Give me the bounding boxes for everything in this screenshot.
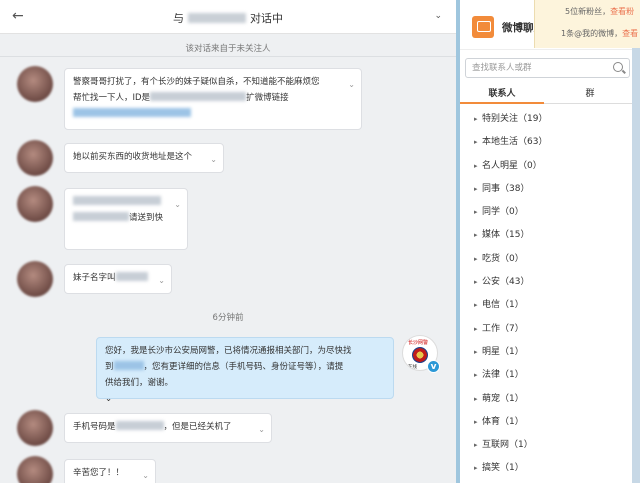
chevron-down-icon[interactable]: ⌄ — [210, 152, 217, 168]
caret-right-icon: ▸ — [474, 301, 478, 310]
blurred-text — [115, 272, 148, 281]
message-text: 请送到快 — [129, 213, 164, 223]
caret-right-icon: ▸ — [474, 371, 478, 380]
contacts-panel: 微博聊天助 查找联系人或群 联系人 群 ▸ 特别关注（19） ▸ 本地生活（63） … — [460, 0, 640, 483]
chat-assistant-icon — [472, 16, 494, 38]
chevron-down-icon[interactable]: ⌄ — [434, 11, 442, 21]
avatar[interactable] — [17, 456, 53, 483]
reply-text: 供给我们，谢谢。 — [105, 378, 174, 388]
avatar[interactable] — [17, 261, 53, 297]
contact-group[interactable]: ▸ 公安（43） — [460, 271, 640, 294]
contact-group[interactable]: ▸ 同学（0） — [460, 201, 640, 224]
chevron-down-icon[interactable]: ⌄ — [174, 197, 181, 213]
notify-mentions: 1条@我的微博，查看 — [561, 29, 639, 38]
chat-title-suffix: 对话中 — [250, 12, 283, 25]
caret-right-icon: ▸ — [474, 115, 478, 123]
notification-popup: 5位新粉丝，查看粉 1条@我的微博，查看 — [534, 0, 640, 48]
caret-right-icon: ▸ — [474, 184, 478, 193]
police-avatar-sub: 在线 — [408, 365, 417, 370]
contact-group[interactable]: ▸ 搞笑（1） — [460, 457, 640, 480]
message-bubble: 手机号码是 ，但是已经关机了 ⌄ — [64, 413, 272, 443]
contact-group[interactable]: ▸ 本地生活（63） — [460, 131, 640, 154]
message-bubble: 辛苦您了！！ ⌄ — [64, 459, 156, 483]
contact-group[interactable]: ▸ 明星（1） — [460, 341, 640, 364]
chat-window: ← 与对话中 ⌄ 该对话来自于未关注人 警察哥哥打扰了，有个长沙的妹子疑似自杀，… — [0, 0, 456, 483]
contact-group[interactable]: ▸ 媒体（15） — [460, 224, 640, 247]
contact-group[interactable]: ▸ 电信（1） — [460, 294, 640, 317]
chevron-down-icon[interactable]: ⌄ — [258, 422, 265, 438]
caret-right-icon: ▸ — [474, 278, 478, 287]
chat-subnote: 该对话来自于未关注人 — [185, 44, 271, 54]
blurred-link[interactable] — [73, 108, 191, 117]
caret-right-icon: ▸ — [474, 231, 478, 240]
notify-mentions-link[interactable]: 查看 — [622, 29, 638, 38]
caret-right-icon: ▸ — [474, 417, 478, 426]
caret-right-icon: ▸ — [474, 441, 478, 450]
contact-group[interactable]: ▸ 互联网（1） — [460, 434, 640, 457]
contact-group[interactable]: ▸ 吃货（0） — [460, 248, 640, 271]
caret-right-icon: ▸ — [474, 394, 478, 403]
contact-group[interactable]: ▸ 法律（1） — [460, 364, 640, 387]
scrollbar-track[interactable] — [632, 0, 640, 483]
police-avatar-label: 长沙网警 — [408, 340, 429, 346]
caret-right-icon: ▸ — [474, 464, 478, 473]
message-bubble: 她以前买东西的收货地址是这个 ⌄ — [64, 143, 224, 173]
message-bubble: 请送到快 ⌄ — [64, 188, 188, 250]
message-text: 警察哥哥打扰了，有个长沙的妹子疑似自杀，不知道能不能麻烦您 — [73, 77, 320, 87]
avatar[interactable] — [17, 140, 53, 176]
contact-search-input[interactable]: 查找联系人或群 — [465, 58, 630, 78]
reply-bubble: 您好，我是长沙市公安局网警，已将情况通报相关部门，为尽快找 到，您有更详细的信息… — [96, 337, 394, 404]
blurred-text — [73, 212, 129, 221]
chevron-down-icon[interactable]: ⌄ — [348, 77, 355, 93]
caret-right-icon: ▸ — [474, 138, 478, 147]
avatar[interactable] — [17, 410, 53, 446]
caret-right-icon: ▸ — [474, 254, 478, 263]
blurred-username — [188, 13, 246, 23]
message-text: ，但是已经关机了 — [163, 422, 232, 432]
caret-right-icon: ▸ — [474, 347, 478, 356]
chevron-down-icon[interactable]: ⌄ — [105, 394, 112, 404]
contact-group[interactable]: ▸ 特别关注（19） — [460, 108, 640, 131]
contact-group[interactable]: ▸ 同事（38） — [460, 178, 640, 201]
caret-right-icon: ▸ — [474, 161, 478, 170]
search-placeholder: 查找联系人或群 — [472, 63, 532, 73]
chevron-down-icon[interactable]: ⌄ — [158, 273, 165, 289]
message-text: 妹子名字叫 — [73, 273, 116, 283]
notify-new-fans: 5位新粉丝，查看粉 — [565, 7, 635, 16]
blurred-text — [115, 421, 164, 430]
police-emblem-icon — [412, 347, 428, 363]
contact-group[interactable]: ▸ 体育（1） — [460, 411, 640, 434]
tab-groups[interactable]: 群 — [548, 84, 632, 104]
caret-right-icon: ▸ — [474, 324, 478, 333]
timestamp: 6分钟前 — [212, 313, 244, 323]
search-icon[interactable] — [613, 62, 623, 72]
blurred-text — [73, 196, 161, 205]
chat-header: ← 与对话中 ⌄ — [0, 0, 456, 34]
caret-right-icon: ▸ — [474, 208, 478, 217]
message-text: 她以前买东西的收货地址是这个 — [73, 152, 193, 162]
contact-group[interactable]: ▸ 萌宠（1） — [460, 388, 640, 411]
contact-group[interactable]: ▸ 工作（7） — [460, 318, 640, 341]
message-text: 帮忙找一下人，ID是 扩微博链接 — [73, 92, 289, 103]
blurred-text — [150, 92, 247, 101]
avatar[interactable] — [17, 66, 53, 102]
verified-badge-icon: v — [427, 360, 440, 373]
reply-text: 您好，我是长沙市公安局网警，已将情况通报相关部门，为尽快找 — [105, 346, 352, 356]
contact-group-list: ▸ 特别关注（19） ▸ 本地生活（63） ▸ 名人明星（0） ▸ 同事（38） ▸ 同学… — [460, 108, 640, 481]
message-text: 辛苦您了！！ — [73, 468, 125, 478]
message-text: 手机号码是 — [73, 422, 116, 432]
chevron-down-icon[interactable]: ⌄ — [142, 468, 149, 483]
notify-fans-link[interactable]: 查看粉 — [610, 7, 634, 16]
chat-title-prefix: 与 — [173, 12, 184, 25]
divider — [0, 56, 456, 57]
tab-contacts[interactable]: 联系人 — [460, 84, 544, 104]
contact-group[interactable]: ▸ 名人明星（0） — [460, 155, 640, 178]
avatar[interactable] — [17, 186, 53, 222]
blurred-text — [113, 361, 144, 370]
reply-text: 到，您有更详细的信息（手机号码、身份证号等），请提 — [105, 361, 344, 372]
chat-title: 与 对话中 — [0, 10, 456, 26]
message-bubble: 警察哥哥打扰了，有个长沙的妹子疑似自杀，不知道能不能麻烦您 帮忙找一下人，ID是… — [64, 68, 362, 130]
contacts-tabs: 联系人 群 — [460, 84, 640, 104]
message-bubble: 妹子名字叫 ⌄ — [64, 264, 172, 294]
